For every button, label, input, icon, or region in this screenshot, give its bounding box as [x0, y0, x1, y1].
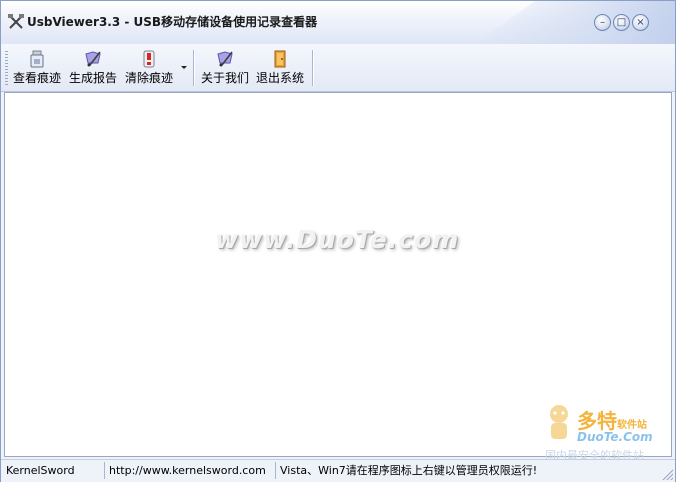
warning-drive-icon [143, 50, 155, 68]
toolbar-end-separator [312, 50, 313, 86]
toolbar: 查看痕迹 生成报告 清除痕迹 关于我们 退出系统 [1, 44, 675, 92]
clear-traces-label: 清除痕迹 [125, 71, 174, 85]
minimize-icon: – [600, 16, 605, 28]
view-traces-button[interactable]: 查看痕迹 [13, 48, 61, 88]
view-traces-label: 查看痕迹 [13, 71, 62, 85]
minimize-button[interactable]: – [594, 14, 611, 31]
close-button[interactable]: × [632, 14, 649, 31]
generate-report-label: 生成报告 [69, 71, 118, 85]
status-bar: KernelSword http://www.kernelsword.com V… [1, 459, 675, 482]
site-watermark: www.DuoTe.com [215, 225, 460, 254]
maximize-icon: □ [616, 16, 627, 28]
exit-system-button[interactable]: 退出系统 [256, 48, 304, 88]
mascot-icon [550, 405, 568, 439]
exit-door-icon [274, 50, 286, 68]
crossed-tools-icon [8, 14, 24, 29]
status-hint: Vista、Win7请在程序图标上右键以管理员权限运行! [280, 464, 538, 477]
close-icon: × [636, 16, 645, 28]
clear-traces-button[interactable]: 清除痕迹 [125, 48, 173, 88]
resize-grip[interactable] [661, 468, 673, 480]
report-pen-icon [85, 51, 101, 67]
app-window: UsbViewer3.3 - USB移动存储设备使用记录查看器 – □ × 查看… [0, 0, 676, 482]
generate-report-button[interactable]: 生成报告 [69, 48, 117, 88]
exit-system-label: 退出系统 [256, 71, 305, 85]
about-us-label: 关于我们 [201, 71, 250, 85]
corner-watermark-logo: 多特软件站 DuoTe.Com 国内最安全的软件站 [541, 403, 671, 462]
window-title: UsbViewer3.3 - USB移动存储设备使用记录查看器 [27, 15, 318, 29]
usb-drive-icon [30, 50, 44, 68]
clear-traces-dropdown-arrow[interactable] [181, 66, 187, 69]
title-bar[interactable]: UsbViewer3.3 - USB移动存储设备使用记录查看器 – □ × [1, 1, 675, 45]
status-author: KernelSword [3, 462, 105, 479]
maximize-button[interactable]: □ [613, 14, 630, 31]
about-pen-icon [217, 51, 233, 67]
about-us-button[interactable]: 关于我们 [201, 48, 249, 88]
toolbar-separator [193, 50, 194, 86]
toolbar-grip[interactable] [5, 51, 8, 85]
corner-logo-url: DuoTe.Com [577, 430, 653, 444]
status-website: http://www.kernelsword.com [106, 462, 276, 479]
